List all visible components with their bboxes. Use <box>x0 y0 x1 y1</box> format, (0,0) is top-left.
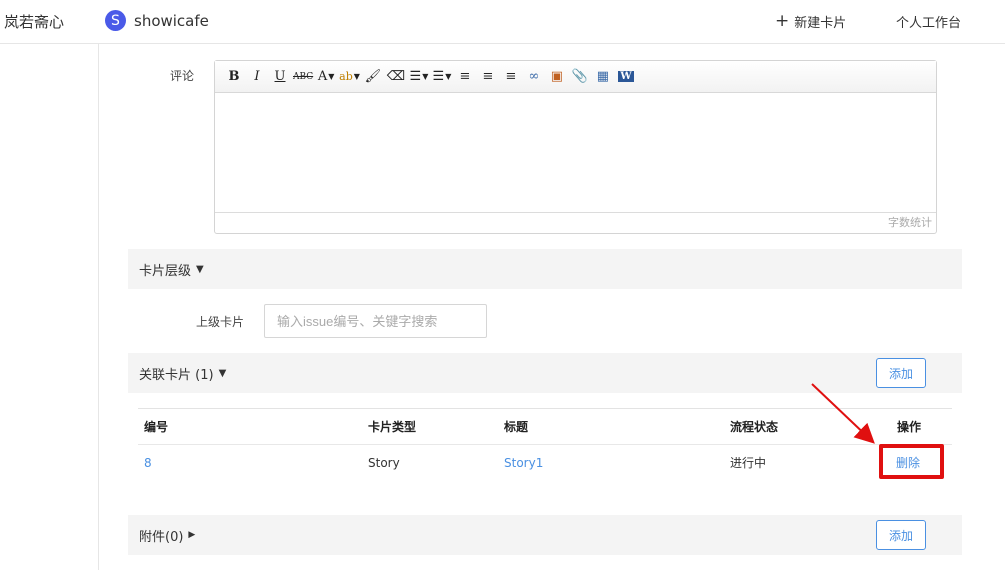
card-type: Story <box>368 455 400 470</box>
related-cards-header[interactable]: 关联卡片 (1) ▼ 添加 <box>128 353 962 393</box>
align-left-icon[interactable]: ≡ <box>455 67 475 87</box>
column-header-title: 标题 <box>504 420 529 434</box>
link-icon[interactable]: ∞ <box>524 67 544 87</box>
align-center-icon[interactable]: ≡ <box>478 67 498 87</box>
font-color-icon[interactable]: A ▼ <box>316 67 336 87</box>
column-header-action: 操作 <box>897 420 922 434</box>
italic-icon[interactable]: I <box>247 67 267 87</box>
eraser-icon[interactable]: ⌫ <box>386 67 406 87</box>
strikethrough-icon[interactable]: ABC <box>293 67 313 87</box>
bullet-list-icon[interactable]: ☰ ▼ <box>409 67 429 87</box>
dropdown-caret-icon[interactable]: ▼ <box>328 72 334 81</box>
image-icon[interactable]: ▣ <box>547 67 567 87</box>
dropdown-caret-icon[interactable]: ▼ <box>445 72 451 81</box>
attachments-header[interactable]: 附件(0) ▶ 添加 <box>128 515 962 555</box>
comment-label: 评论 <box>170 69 195 83</box>
table-row: 8 Story Story1 进行中 删除 <box>138 445 952 480</box>
word-count-label: 字数统计 <box>215 212 936 233</box>
numbered-list-icon[interactable]: ☰ ▼ <box>432 67 452 87</box>
project-switcher[interactable]: S showicafe <box>105 10 209 31</box>
dropdown-caret-icon[interactable]: ▼ <box>422 72 428 81</box>
caret-down-icon: ▼ <box>218 367 227 379</box>
column-header-type: 卡片类型 <box>368 420 417 434</box>
top-bar: 岚若斋心 S showicafe + 新建卡片 个人工作台 <box>0 0 1005 44</box>
user-name[interactable]: 岚若斋心 <box>4 11 64 32</box>
workspace-link[interactable]: 个人工作台 <box>896 12 961 31</box>
dropdown-caret-icon[interactable]: ▼ <box>354 72 360 81</box>
caret-right-icon: ▶ <box>188 530 196 540</box>
add-related-card-button[interactable]: 添加 <box>876 358 926 388</box>
caret-down-icon: ▼ <box>196 263 204 275</box>
word-icon[interactable]: W <box>616 67 636 87</box>
highlight-color-icon[interactable]: ab ▼ <box>339 67 360 87</box>
editor-toolbar: B I U ABC A ▼ ab ▼ 🖌 ⌫ ☰ ▼ ☰ ▼ ≡ ≡ ≡ ∞ ▣ 📎 ▦ W <box>215 61 936 93</box>
card-title-link[interactable]: Story1 <box>504 445 543 480</box>
comment-editor: B I U ABC A ▼ ab ▼ 🖌 ⌫ ☰ ▼ ☰ ▼ ≡ ≡ ≡ ∞ ▣ 📎 ▦ W 字数统计 <box>214 60 937 234</box>
card-hierarchy-title: 卡片层级 <box>139 263 192 279</box>
plus-icon: + <box>775 11 790 31</box>
column-header-status: 流程状态 <box>730 420 779 434</box>
related-cards-table: 编号 卡片类型 标题 流程状态 操作 8 Story Story1 进行中 删除 <box>138 408 952 480</box>
new-card-button[interactable]: + 新建卡片 <box>775 11 847 32</box>
sidebar-divider <box>98 44 99 570</box>
table-header: 编号 卡片类型 标题 流程状态 操作 <box>138 408 952 445</box>
comment-textarea[interactable] <box>215 93 936 212</box>
bold-icon[interactable]: B <box>224 67 244 87</box>
attachments-title: 附件(0) <box>139 529 184 545</box>
format-painter-icon[interactable]: 🖌 <box>363 67 383 87</box>
underline-icon[interactable]: U <box>270 67 290 87</box>
column-header-id: 编号 <box>144 420 169 434</box>
card-id-link[interactable]: 8 <box>144 445 152 480</box>
parent-card-label: 上级卡片 <box>196 315 245 329</box>
parent-card-search-input[interactable] <box>264 304 487 338</box>
related-cards-title: 关联卡片 (1) <box>139 367 214 383</box>
project-logo-icon: S <box>105 10 126 31</box>
align-right-icon[interactable]: ≡ <box>501 67 521 87</box>
table-icon[interactable]: ▦ <box>593 67 613 87</box>
new-card-label: 新建卡片 <box>794 16 847 31</box>
card-status: 进行中 <box>730 456 767 470</box>
annotation-highlight-box <box>879 444 944 479</box>
card-hierarchy-header[interactable]: 卡片层级 ▼ <box>128 249 962 289</box>
attachment-icon[interactable]: 📎 <box>570 67 590 87</box>
project-name: showicafe <box>134 11 209 30</box>
add-attachment-button[interactable]: 添加 <box>876 520 926 550</box>
